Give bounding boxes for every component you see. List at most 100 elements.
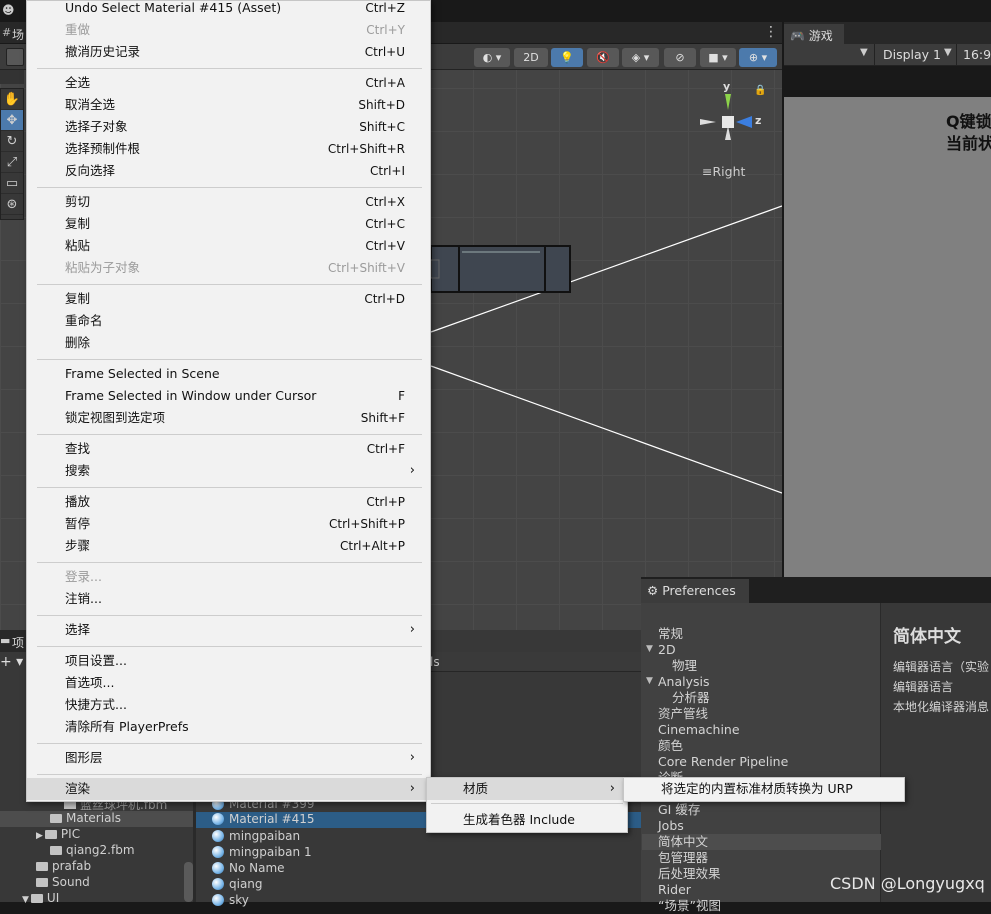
menu-item-rendering[interactable]: 渲染 › [27, 778, 430, 800]
menu-item-shortcuts[interactable]: 快捷方式... [27, 694, 430, 716]
menu-item-step[interactable]: 步骤 Ctrl+Alt+P [27, 535, 430, 557]
pref-item[interactable]: 包管理器 [658, 850, 708, 866]
asset-item[interactable]: sky [212, 893, 249, 909]
menu-separator [37, 487, 422, 488]
menu-item-play[interactable]: 播放 Ctrl+P [27, 491, 430, 513]
rotate-tool-icon[interactable]: ↻ [1, 131, 23, 152]
tree-item-pic[interactable]: ▶ PIC [36, 827, 80, 841]
rect-tool-icon[interactable]: ▭ [1, 173, 23, 194]
menu-item-redo: 重做 Ctrl+Y [27, 19, 430, 41]
menu-item-search[interactable]: 搜索 › [27, 460, 430, 482]
pref-item[interactable]: 常规 [658, 626, 683, 642]
transform-tool-icon[interactable]: ⊛ [1, 194, 23, 215]
pref-item-selected[interactable]: 简体中文 [642, 834, 881, 850]
menu-item-copy[interactable]: 复制 Ctrl+C [27, 213, 430, 235]
pref-item[interactable]: Rider [658, 882, 691, 898]
add-asset-button[interactable]: + ▾ [0, 654, 23, 670]
menu-item-undo[interactable]: Undo Select Material #415 (Asset) Ctrl+Z [27, 0, 430, 19]
submenu-item-generate-shader-include[interactable]: 生成着色器 Include [427, 809, 627, 831]
audio-toggle-icon[interactable]: 🔇 [587, 48, 619, 67]
expand-triangle-icon[interactable]: ▼ [646, 644, 653, 654]
more-options-icon[interactable]: ⋮ [764, 24, 778, 40]
pref-item[interactable]: Jobs [658, 818, 684, 834]
menu-item-clear-playerprefs[interactable]: 清除所有 PlayerPrefs [27, 716, 430, 738]
menu-item-shortcut: Ctrl+Z [365, 1, 405, 15]
tree-item-materials[interactable]: Materials [50, 811, 121, 825]
orientation-gizmo[interactable]: y z 🔒 [694, 80, 770, 152]
camera-settings-icon[interactable]: ■ ▾ [700, 48, 736, 67]
project-tab[interactable]: ▬ 项 [0, 630, 28, 652]
pref-item[interactable]: GI 缓存 [658, 802, 700, 818]
menu-item-deselect-all[interactable]: 取消全选 Shift+D [27, 94, 430, 116]
tree-item-prafab[interactable]: prafab [36, 859, 91, 873]
pref-item[interactable]: Cinemachine [658, 722, 740, 738]
submenu-item-materials[interactable]: 材质 › [427, 778, 627, 800]
scene-tab-label[interactable]: 场 [12, 26, 24, 43]
effects-toggle-icon[interactable]: ◈ ▾ [622, 48, 659, 67]
pref-item[interactable]: 资产管线 [658, 706, 708, 722]
lock-icon[interactable]: 🔒 [754, 85, 766, 96]
menu-item-invert-selection[interactable]: 反向选择 Ctrl+I [27, 160, 430, 182]
menu-item-select-prefab-root[interactable]: 选择预制件根 Ctrl+Shift+R [27, 138, 430, 160]
pref-item[interactable]: 后处理效果 [658, 866, 721, 882]
aspect-dropdown[interactable]: 16:9 [963, 47, 991, 62]
asset-item[interactable]: mingpaiban 1 [212, 845, 312, 861]
pref-item[interactable]: Core Render Pipeline [658, 754, 788, 770]
tree-item-qiang2[interactable]: qiang2.fbm [50, 843, 135, 857]
menu-item-sign-out[interactable]: 注销... [27, 588, 430, 610]
view-orientation-label[interactable]: ≡Right [702, 164, 745, 179]
menu-item-rename[interactable]: 重命名 [27, 310, 430, 332]
account-icon[interactable]: ☻ [2, 3, 15, 17]
game-view-dropdown[interactable]: ▼ [860, 47, 868, 58]
asset-item[interactable]: qiang [212, 877, 263, 893]
pref-item[interactable]: 物理 [672, 658, 697, 674]
menu-item-frame-under-cursor[interactable]: Frame Selected in Window under Cursor F [27, 385, 430, 407]
preferences-tab[interactable]: ⚙ Preferences [641, 579, 749, 603]
tree-item-sound[interactable]: Sound [36, 875, 90, 889]
tree-item-ui[interactable]: ▼ UI [22, 891, 59, 905]
move-tool-icon[interactable]: ✥ [1, 110, 23, 131]
menu-item-duplicate[interactable]: 复制 Ctrl+D [27, 288, 430, 310]
menu-item-select-all[interactable]: 全选 Ctrl+A [27, 72, 430, 94]
game-tab[interactable]: 🎮 游戏 [784, 24, 844, 44]
menu-item-preferences[interactable]: 首选项... [27, 672, 430, 694]
menu-item-paste[interactable]: 粘贴 Ctrl+V [27, 235, 430, 257]
lighting-toggle-icon[interactable]: 💡 [551, 48, 583, 67]
chevron-right-icon[interactable]: ▶ [36, 831, 43, 841]
menu-item-delete[interactable]: 删除 [27, 332, 430, 354]
chevron-down-icon[interactable]: ▼ [22, 895, 29, 905]
pref-item[interactable]: 2D [658, 642, 676, 658]
menu-item-cut[interactable]: 剪切 Ctrl+X [27, 191, 430, 213]
hidden-objects-icon[interactable]: ⊘ [664, 48, 696, 67]
breadcrumb-label[interactable]: ls [430, 655, 440, 669]
pref-item[interactable]: 分析器 [672, 690, 710, 706]
display-dropdown-arrow-icon[interactable]: ▼ [944, 47, 952, 58]
hand-tool-icon[interactable]: ✋ [1, 89, 23, 110]
menu-item-pause[interactable]: 暂停 Ctrl+Shift+P [27, 513, 430, 535]
scale-tool-icon[interactable]: ⤢ [1, 152, 23, 173]
menu-item-find[interactable]: 查找 Ctrl+F [27, 438, 430, 460]
gizmos-toggle-icon[interactable]: ⊕ ▾ [739, 48, 777, 67]
menu-item-frame-selected[interactable]: Frame Selected in Scene [27, 363, 430, 385]
menu-separator [37, 284, 422, 285]
pref-item[interactable]: Analysis [658, 674, 710, 690]
asset-item[interactable]: No Name [212, 861, 285, 877]
expand-triangle-icon[interactable]: ▼ [646, 676, 653, 686]
menu-item-select-children[interactable]: 选择子对象 Shift+C [27, 116, 430, 138]
asset-item[interactable]: mingpaiban [212, 829, 300, 845]
menu-item-project-settings[interactable]: 项目设置... [27, 650, 430, 672]
tree-scrollbar[interactable] [184, 862, 193, 902]
menu-item-lock-view[interactable]: 锁定视图到选定项 Shift+F [27, 407, 430, 429]
shading-mode-button[interactable]: ◐ ▾ [474, 48, 510, 67]
menu-item-selection[interactable]: 选择 › [27, 619, 430, 641]
pref-item[interactable]: 颜色 [658, 738, 683, 754]
menu-item-graphics-tier[interactable]: 图形层 › [27, 747, 430, 769]
submenu-item-convert-to-urp[interactable]: 将选定的内置标准材质转换为 URP [624, 778, 904, 800]
display-dropdown[interactable]: Display 1 [883, 47, 941, 62]
menu-item-undo-history[interactable]: 撤消历史记录 Ctrl+U [27, 41, 430, 63]
2d-toggle-button[interactable]: 2D [514, 48, 548, 67]
scene-tab-icon: # [2, 26, 12, 39]
draw-mode-icon[interactable] [6, 48, 24, 66]
tools-handle[interactable] [0, 70, 24, 84]
pref-item[interactable]: “场景”视图 [658, 898, 721, 914]
